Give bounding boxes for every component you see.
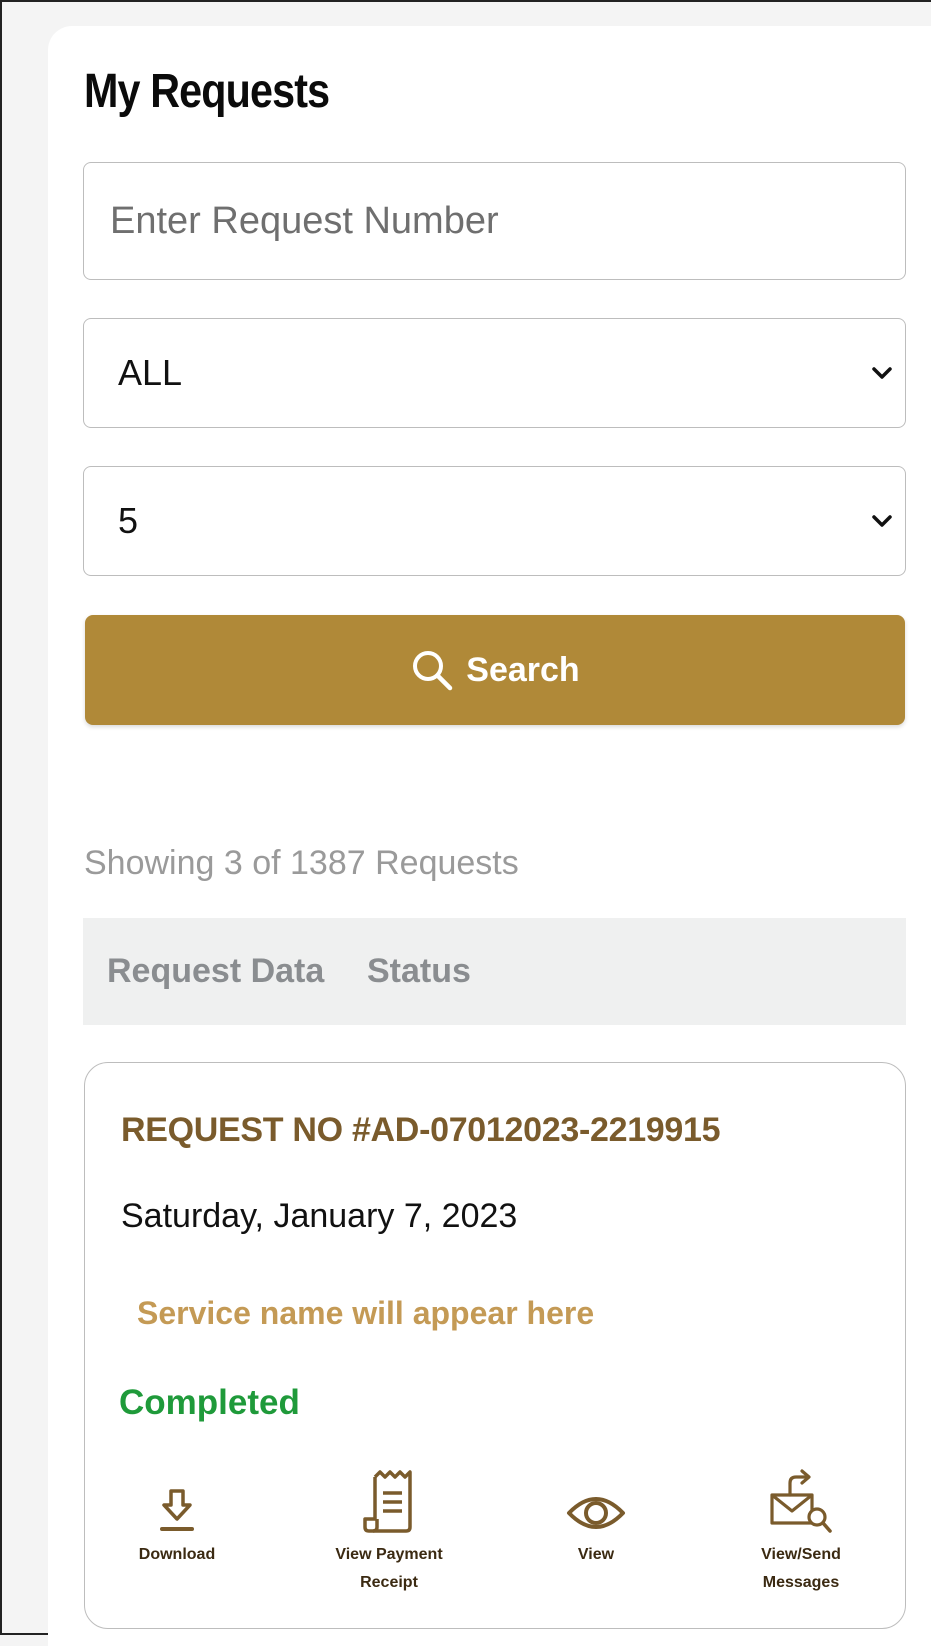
view-payment-receipt-button[interactable]: View Payment Receipt [309, 1459, 469, 1597]
page-size-select[interactable]: 5 [83, 466, 906, 576]
download-label: Download [138, 1546, 216, 1563]
column-header-status: Status [367, 952, 471, 990]
request-number-input[interactable] [84, 163, 905, 279]
request-card: REQUEST NO #AD-07012023-2219915 Saturday… [84, 1062, 906, 1629]
status-select[interactable]: ALL [83, 318, 906, 428]
request-date: Saturday, January 7, 2023 [121, 1197, 518, 1235]
view-payment-receipt-label-line2: Receipt [360, 1574, 418, 1591]
request-number: REQUEST NO #AD-07012023-2219915 [121, 1111, 721, 1149]
view-button[interactable]: View [516, 1459, 676, 1569]
view-payment-receipt-label-line1: View Payment [335, 1546, 443, 1563]
view-send-messages-label-line1: View/Send [761, 1546, 841, 1563]
page-title: My Requests [84, 65, 330, 118]
chevron-down-icon [871, 362, 893, 384]
view-payment-receipt-label: View Payment Receipt [335, 1541, 442, 1597]
status-badge: Completed [119, 1383, 300, 1422]
results-table-header: Request Data Status [83, 918, 906, 1025]
search-button[interactable]: Search [85, 615, 905, 725]
column-header-request-data: Request Data [107, 952, 325, 990]
view-send-messages-label-line2: Messages [762, 1574, 840, 1591]
view-label: View [577, 1546, 615, 1563]
download-button[interactable]: Download [97, 1459, 257, 1569]
results-summary: Showing 3 of 1387 Requests [84, 844, 519, 882]
download-icon [157, 1459, 197, 1535]
search-icon [410, 648, 454, 692]
chevron-down-icon [871, 510, 893, 532]
page-size-select-value: 5 [118, 500, 139, 541]
service-name: Service name will appear here [137, 1295, 595, 1331]
request-number-field[interactable] [83, 162, 906, 280]
messages-icon [768, 1459, 834, 1535]
view-send-messages-button[interactable]: View/Send Messages [721, 1459, 881, 1597]
eye-icon [565, 1459, 627, 1535]
search-button-label: Search [466, 650, 580, 689]
view-send-messages-label: View/Send Messages [761, 1541, 841, 1597]
receipt-icon [361, 1459, 417, 1535]
status-select-value: ALL [118, 352, 183, 393]
